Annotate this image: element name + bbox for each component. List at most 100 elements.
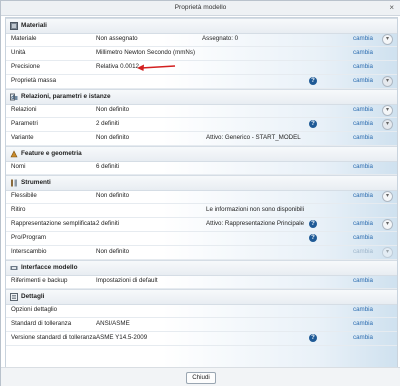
row-label: Unità: [11, 49, 26, 56]
interface-icon: [10, 266, 18, 270]
chevron-down-icon[interactable]: ▾: [382, 34, 393, 45]
chevron-down-icon[interactable]: ▾: [382, 191, 393, 202]
row-value: Non definito: [96, 248, 130, 255]
row-value: Non assegnato: [96, 35, 138, 42]
help-icon[interactable]: ?: [309, 334, 317, 342]
row-label: Versione standard di tolleranza: [11, 334, 96, 341]
row-value: ANSI/ASME: [96, 320, 130, 327]
help-icon[interactable]: ?: [309, 220, 317, 228]
row-precisione: Precisione Relativa 0.0012 cambia: [6, 60, 397, 75]
change-link[interactable]: cambia: [353, 317, 373, 331]
chevron-down-icon[interactable]: ▾: [382, 247, 393, 258]
row-value: 2 definiti: [96, 220, 120, 227]
change-link[interactable]: cambia: [353, 231, 373, 245]
row-opzioni-dettaglio: Opzioni dettaglio cambia: [6, 303, 397, 318]
row-relazioni: Relazioni Non definito cambia ▾: [6, 103, 397, 118]
row-label: Pro/Program: [11, 234, 47, 241]
row-materiale: Materiale Non assegnato Assegnato: 0 cam…: [6, 32, 397, 47]
row-label: Proprietà massa: [11, 77, 57, 84]
row-riferimenti: Riferimenti e backup Impostazioni di def…: [6, 274, 397, 289]
section-title: Interfacce modello: [21, 264, 78, 271]
change-link[interactable]: cambia: [353, 46, 373, 60]
title-bar: Proprietà modello ×: [1, 1, 400, 16]
row-interscambio: Interscambio Non definito cambia ▾: [6, 245, 397, 260]
details-icon: [10, 293, 18, 301]
change-link[interactable]: cambia: [353, 160, 373, 174]
change-link[interactable]: cambia: [353, 74, 373, 88]
row-ritiro: Ritiro Le informazioni non sono disponib…: [6, 203, 397, 218]
row-label: Variante: [11, 134, 34, 141]
row-proprogram: Pro/Program ? cambia: [6, 231, 397, 246]
row-label: Nomi: [11, 163, 26, 170]
row-extra: Assegnato: 0: [202, 35, 239, 42]
change-link[interactable]: cambia: [353, 131, 373, 145]
row-extra: Attivo: Generico - START_MODEL: [206, 134, 301, 141]
feature-icon: [10, 150, 18, 158]
row-versione-tolleranza: Versione standard di tolleranza ASME Y14…: [6, 331, 397, 346]
change-link[interactable]: cambia: [353, 189, 373, 203]
chevron-down-icon[interactable]: ▾: [382, 76, 393, 87]
model-properties-dialog: Proprietà modello × Materiali Materiale …: [0, 0, 400, 386]
row-label: Ritiro: [11, 206, 26, 213]
row-label: Riferimenti e backup: [11, 277, 68, 284]
row-value: Impostazioni di default: [96, 277, 158, 284]
row-value: Non definito: [96, 106, 130, 113]
row-label: Flessibile: [11, 192, 37, 199]
row-rappresentazione: Rappresentazione semplificata 2 definiti…: [6, 217, 397, 232]
change-link[interactable]: cambia: [353, 274, 373, 288]
help-icon[interactable]: ?: [309, 120, 317, 128]
chevron-down-icon[interactable]: ▾: [382, 119, 393, 130]
row-value: 2 definiti: [96, 120, 120, 127]
row-extra: Attivo: Rappresentazione Principale: [206, 220, 305, 227]
row-label: Rappresentazione semplificata: [11, 220, 96, 227]
change-link[interactable]: cambia: [353, 117, 373, 131]
material-icon: [10, 22, 18, 30]
row-value: Millimetro Newton Secondo (mmNs): [96, 49, 196, 56]
dialog-footer: Chiudi: [1, 367, 400, 386]
change-link[interactable]: cambia: [353, 103, 373, 117]
row-variante: Variante Non definito Attivo: Generico -…: [6, 131, 397, 146]
change-link[interactable]: cambia: [353, 32, 373, 46]
close-button[interactable]: Chiudi: [186, 372, 216, 384]
help-icon[interactable]: ?: [309, 77, 317, 85]
row-label: Standard di tolleranza: [11, 320, 72, 327]
row-flessibile: Flessibile Non definito cambia ▾: [6, 189, 397, 204]
window-title: Proprietà modello: [174, 4, 227, 11]
row-label: Precisione: [11, 63, 40, 70]
section-title: Feature e geometria: [21, 150, 82, 157]
row-label: Opzioni dettaglio: [11, 306, 58, 313]
row-label: Parametri: [11, 120, 38, 127]
tools-icon: [11, 179, 17, 187]
row-value: ASME Y14.5-2009: [96, 334, 148, 341]
change-link[interactable]: cambia: [353, 303, 373, 317]
row-label: Materiale: [11, 35, 37, 42]
svg-text:d: d: [11, 95, 14, 101]
red-arrow-icon: [137, 64, 176, 71]
change-link[interactable]: cambia: [353, 331, 373, 345]
row-label: Relazioni: [11, 106, 37, 113]
section-title: Dettagli: [21, 293, 45, 300]
change-link[interactable]: cambia: [353, 245, 373, 259]
row-value: Relativa 0.0012: [96, 63, 139, 70]
section-title: Relazioni, parametri e istanze: [21, 93, 111, 100]
change-link[interactable]: cambia: [353, 60, 373, 74]
chevron-down-icon[interactable]: ▾: [382, 105, 393, 116]
row-label: Interscambio: [11, 248, 47, 255]
section-title: Materiali: [21, 22, 47, 29]
row-value: Non definito: [96, 134, 130, 141]
row-nomi: Nomi 6 definiti cambia: [6, 160, 397, 175]
row-value: 6 definiti: [96, 163, 120, 170]
close-icon[interactable]: ×: [389, 1, 394, 15]
section-title: Strumenti: [21, 179, 51, 186]
properties-panel: Materiali Materiale Non assegnato Assegn…: [5, 17, 398, 368]
chevron-down-icon[interactable]: ▾: [382, 219, 393, 230]
help-icon[interactable]: ?: [309, 234, 317, 242]
change-link[interactable]: cambia: [353, 217, 373, 231]
row-standard-tolleranza: Standard di tolleranza ANSI/ASME cambia: [6, 317, 397, 332]
row-proprieta-massa: Proprietà massa ? cambia ▾: [6, 74, 397, 89]
relations-icon: d: [10, 93, 18, 101]
row-unita: Unità Millimetro Newton Secondo (mmNs) c…: [6, 46, 397, 61]
row-extra: Le informazioni non sono disponibili: [206, 206, 305, 213]
row-value: Non definito: [96, 192, 130, 199]
row-parametri: Parametri 2 definiti ? cambia ▾: [6, 117, 397, 132]
